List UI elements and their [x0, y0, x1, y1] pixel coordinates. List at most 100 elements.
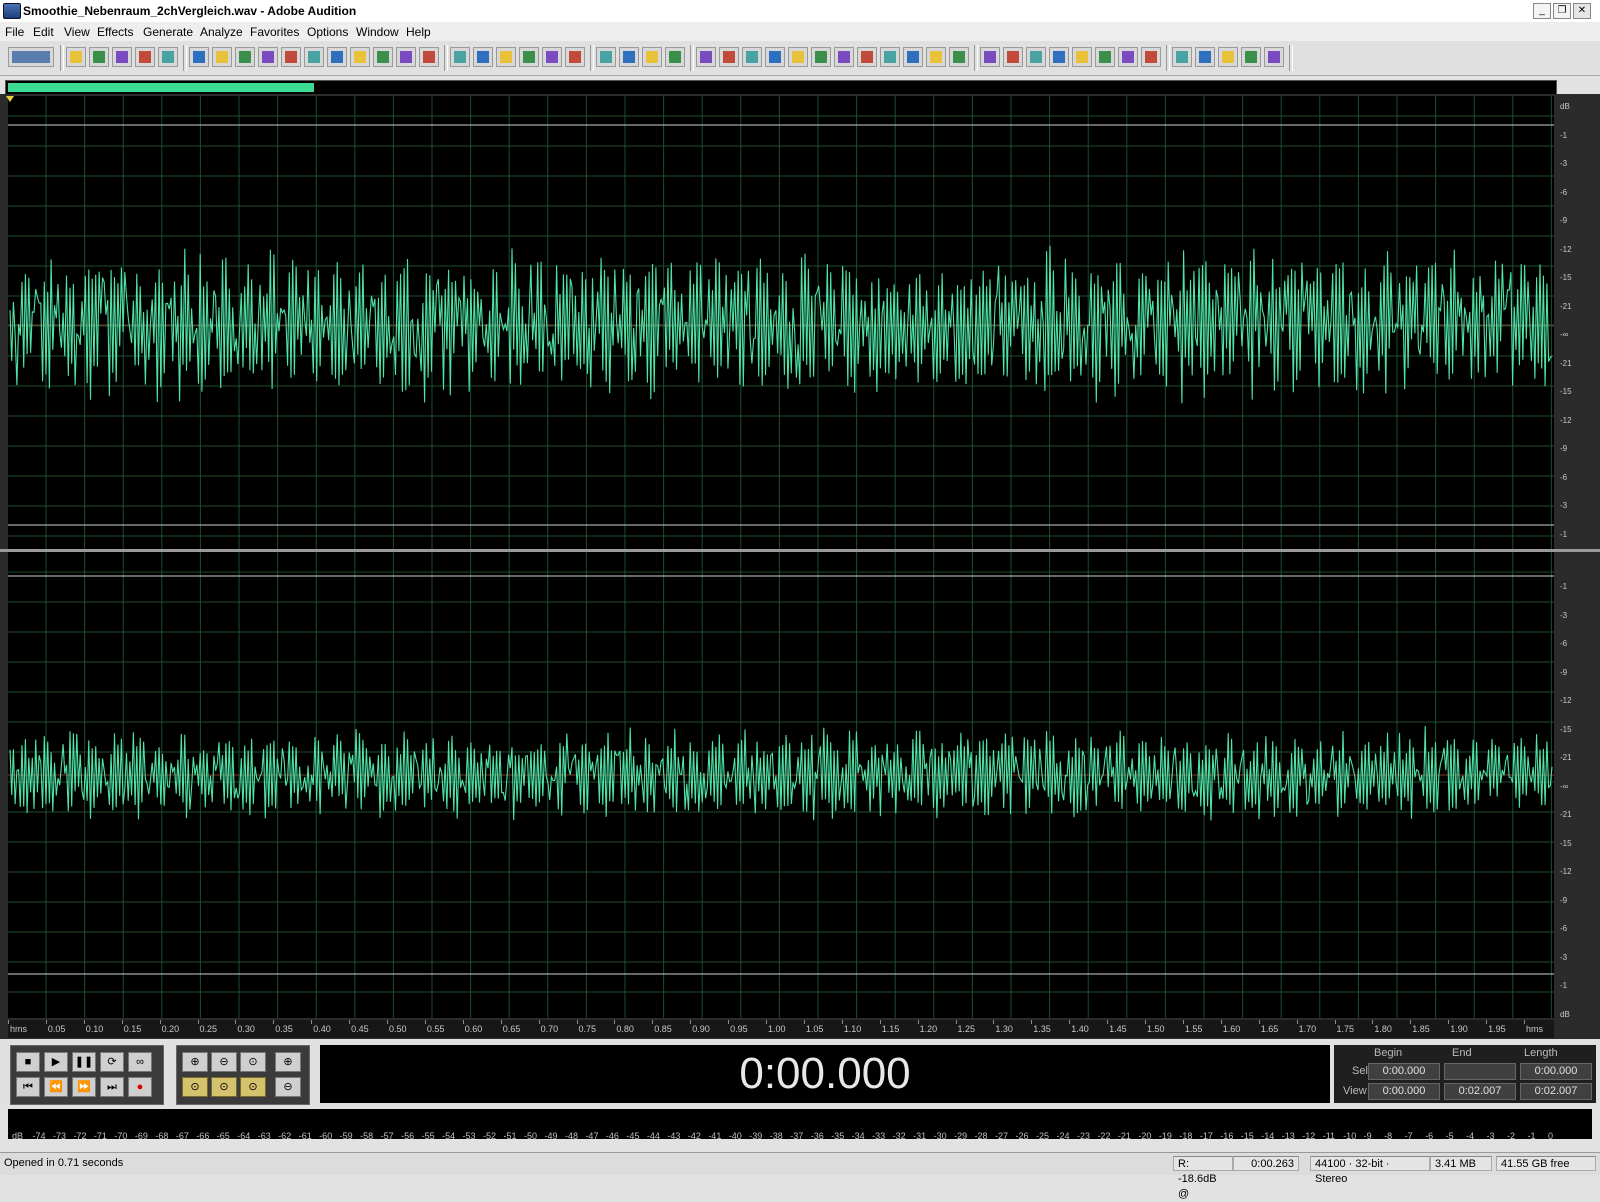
menu-window[interactable]: Window	[356, 25, 399, 39]
zoom-full-button[interactable]: ⊙	[240, 1052, 266, 1072]
metronome-button[interactable]	[1241, 47, 1261, 67]
save-all-button[interactable]	[158, 47, 178, 67]
delay-button[interactable]	[765, 47, 785, 67]
view-button[interactable]	[1264, 47, 1284, 67]
fade-button[interactable]	[619, 47, 639, 67]
paste-button[interactable]	[327, 47, 347, 67]
markers-button[interactable]	[1141, 47, 1161, 67]
menu-file[interactable]: File	[5, 25, 24, 39]
save-as-button[interactable]	[135, 47, 155, 67]
cut-button[interactable]	[304, 47, 324, 67]
zoom-out-vertical-button[interactable]: ⊖	[275, 1077, 301, 1097]
zoom-to-right-edge-button[interactable]: ⊙	[211, 1077, 237, 1097]
graphic-eq-button[interactable]	[903, 47, 923, 67]
menu-view[interactable]: View	[64, 25, 90, 39]
open-button[interactable]	[89, 47, 109, 67]
menu-generate[interactable]: Generate	[143, 25, 193, 39]
menu-effects[interactable]: Effects	[97, 25, 133, 39]
statistics-button[interactable]	[1049, 47, 1069, 67]
undo-button[interactable]	[189, 47, 209, 67]
cd-button[interactable]	[1118, 47, 1138, 67]
go-to-start-button[interactable]: ⏮	[16, 1077, 40, 1097]
mix-button[interactable]	[373, 47, 393, 67]
trim-icon	[400, 51, 412, 63]
overview-visible-range[interactable]	[8, 83, 315, 92]
menu-edit[interactable]: Edit	[33, 25, 54, 39]
minimize-button[interactable]: _	[1533, 3, 1551, 19]
trim-button[interactable]	[396, 47, 416, 67]
menu-help[interactable]: Help	[406, 25, 431, 39]
menu-favorites[interactable]: Favorites	[250, 25, 299, 39]
dynamics-button[interactable]	[642, 47, 662, 67]
stretch-button[interactable]	[949, 47, 969, 67]
echo-button[interactable]	[788, 47, 808, 67]
go-to-end-button[interactable]: ⏭	[100, 1077, 124, 1097]
pause-button[interactable]: ❚❚	[72, 1052, 96, 1072]
save-button[interactable]	[112, 47, 132, 67]
menu-options[interactable]: Options	[307, 25, 348, 39]
scripts-button[interactable]	[1095, 47, 1115, 67]
play-to-end-button[interactable]: ⟳	[100, 1052, 124, 1072]
copy-new-button[interactable]	[281, 47, 301, 67]
zoom-out-horizontal-button[interactable]: ⊖	[211, 1052, 237, 1072]
stop-button[interactable]: ■	[16, 1052, 40, 1072]
compressor-button[interactable]	[665, 47, 685, 67]
fade-icon	[623, 51, 635, 63]
fast-forward-button[interactable]: ⏩	[72, 1077, 96, 1097]
statistics-icon	[1053, 51, 1065, 63]
restore-button[interactable]: ❐	[1553, 3, 1571, 19]
overview-bar[interactable]	[5, 80, 1557, 95]
waveform-editor[interactable]	[0, 94, 1600, 1039]
mix-paste-button[interactable]	[258, 47, 278, 67]
filter-button[interactable]	[926, 47, 946, 67]
zoom-to-left-edge-button[interactable]: ⊙	[182, 1077, 208, 1097]
view-end-field[interactable]: 0:02.007	[1444, 1083, 1516, 1100]
pitch-button[interactable]	[980, 47, 1000, 67]
close-button[interactable]: ✕	[1573, 3, 1591, 19]
view-length-field[interactable]: 0:02.007	[1520, 1083, 1592, 1100]
amplify-button[interactable]	[565, 47, 585, 67]
loop-button[interactable]	[1218, 47, 1238, 67]
view-begin-field[interactable]: 0:00.000	[1368, 1083, 1440, 1100]
frequency-analysis-button[interactable]	[1003, 47, 1023, 67]
cut-silence-button[interactable]	[235, 47, 255, 67]
hybrid-button[interactable]	[473, 47, 493, 67]
batch-button[interactable]	[1072, 47, 1092, 67]
flanger-button[interactable]	[834, 47, 854, 67]
scrub-button[interactable]	[419, 47, 439, 67]
noise-gate-button[interactable]	[857, 47, 877, 67]
level-meter-label: -54	[442, 1131, 456, 1141]
paste-new-button[interactable]	[350, 47, 370, 67]
new-file-button[interactable]	[66, 47, 86, 67]
sel-begin-field[interactable]: 0:00.000	[1368, 1063, 1440, 1080]
play-button[interactable]: ▶	[44, 1052, 68, 1072]
redo-button[interactable]	[212, 47, 232, 67]
sel-end-field[interactable]	[1444, 1063, 1516, 1080]
settings-button[interactable]	[1195, 47, 1215, 67]
zoom-to-selection-button[interactable]: ⊙	[240, 1077, 266, 1097]
level-meter-label: -57	[380, 1131, 394, 1141]
envelope-button[interactable]	[450, 47, 470, 67]
spectral-button[interactable]	[496, 47, 516, 67]
menu-analyze[interactable]: Analyze	[200, 25, 243, 39]
normalize-button[interactable]	[596, 47, 616, 67]
level-meter-label: -45	[626, 1131, 640, 1141]
waveform-display[interactable]	[0, 94, 1600, 1039]
spectral-pan-button[interactable]	[519, 47, 539, 67]
record-button[interactable]: ●	[128, 1077, 152, 1097]
eq-button[interactable]	[880, 47, 900, 67]
phase-analysis-button[interactable]	[1026, 47, 1046, 67]
mode-switch-button[interactable]	[8, 47, 54, 67]
loop-button[interactable]: ∞	[128, 1052, 152, 1072]
phase-button[interactable]	[542, 47, 562, 67]
sel-length-field[interactable]: 0:00.000	[1520, 1063, 1592, 1080]
mix-icon	[377, 51, 389, 63]
silence-button[interactable]	[742, 47, 762, 67]
zoom-in-horizontal-button[interactable]: ⊕	[182, 1052, 208, 1072]
grid-button[interactable]	[1172, 47, 1192, 67]
chorus-button[interactable]	[811, 47, 831, 67]
reverse-button[interactable]	[719, 47, 739, 67]
rewind-button[interactable]: ⏪	[44, 1077, 68, 1097]
zoom-in-vertical-button[interactable]: ⊕	[275, 1052, 301, 1072]
invert-button[interactable]	[696, 47, 716, 67]
